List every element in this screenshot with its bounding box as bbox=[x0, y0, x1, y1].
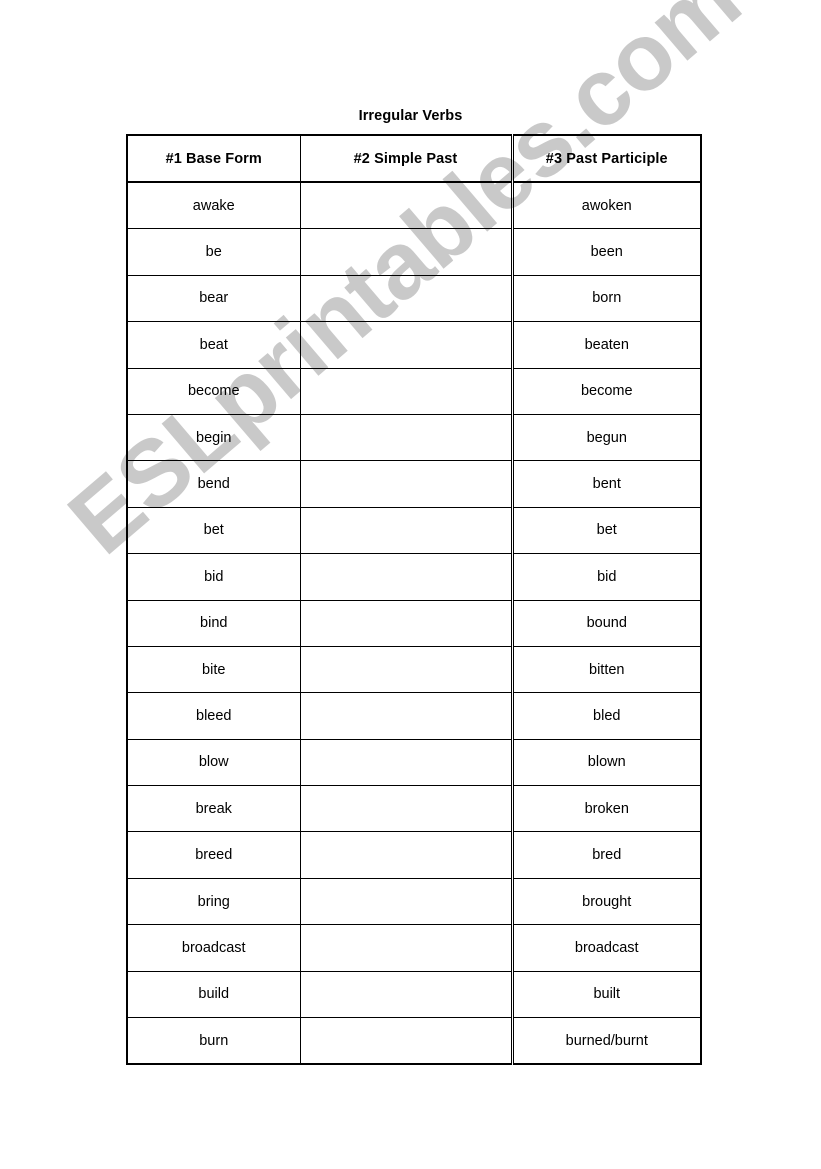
cell-simple-past-blank[interactable] bbox=[299, 645, 513, 694]
cell-simple-past-blank[interactable] bbox=[299, 877, 513, 926]
cell-base-form: burn bbox=[126, 1017, 301, 1066]
table-row: bid bid bbox=[126, 553, 702, 601]
cell-past-participle: bid bbox=[510, 553, 702, 601]
cell-past-participle: born bbox=[510, 274, 702, 323]
table-row: burn burned/burnt bbox=[126, 1017, 702, 1066]
cell-base-form: be bbox=[126, 228, 301, 276]
cell-past-participle: bound bbox=[510, 599, 702, 647]
cell-simple-past-blank[interactable] bbox=[299, 831, 513, 879]
cell-past-participle: burned/burnt bbox=[510, 1017, 702, 1066]
table-header-row: #1 Base Form #2 Simple Past #3 Past Part… bbox=[126, 134, 702, 183]
cell-simple-past-blank[interactable] bbox=[299, 228, 513, 276]
cell-past-participle: beaten bbox=[510, 321, 702, 369]
table-row: bleed bled bbox=[126, 692, 702, 740]
table-row: bear born bbox=[126, 274, 702, 323]
cell-simple-past-blank[interactable] bbox=[299, 274, 513, 323]
irregular-verbs-table-container: #1 Base Form #2 Simple Past #3 Past Part… bbox=[126, 134, 702, 1066]
cell-base-form: build bbox=[126, 970, 301, 1019]
table-row: bite bitten bbox=[126, 645, 702, 694]
cell-past-participle: broken bbox=[510, 785, 702, 833]
cell-simple-past-blank[interactable] bbox=[299, 692, 513, 740]
page-title: Irregular Verbs bbox=[358, 108, 463, 124]
irregular-verbs-table: #1 Base Form #2 Simple Past #3 Past Part… bbox=[126, 134, 702, 1066]
cell-simple-past-blank[interactable] bbox=[299, 970, 513, 1019]
cell-past-participle: bled bbox=[510, 692, 702, 740]
cell-simple-past-blank[interactable] bbox=[299, 1017, 513, 1066]
cell-base-form: bleed bbox=[126, 692, 301, 740]
table-row: bend bent bbox=[126, 460, 702, 508]
column-header-past-participle: #3 Past Participle bbox=[510, 134, 702, 183]
table-body: awake awoken be been bear born beat beaten becom… bbox=[126, 181, 702, 1066]
cell-simple-past-blank[interactable] bbox=[299, 506, 513, 555]
cell-base-form: bear bbox=[126, 274, 301, 323]
cell-simple-past-blank[interactable] bbox=[299, 924, 513, 972]
cell-past-participle: been bbox=[510, 228, 702, 276]
cell-simple-past-blank[interactable] bbox=[299, 321, 513, 369]
cell-past-participle: bitten bbox=[510, 645, 702, 694]
cell-base-form: become bbox=[126, 367, 301, 415]
table-row: awake awoken bbox=[126, 181, 702, 230]
cell-past-participle: brought bbox=[510, 877, 702, 926]
table-header: #1 Base Form #2 Simple Past #3 Past Part… bbox=[126, 134, 702, 183]
cell-base-form: bring bbox=[126, 877, 301, 926]
cell-past-participle: awoken bbox=[510, 181, 702, 230]
column-header-base-form: #1 Base Form bbox=[126, 134, 301, 183]
table-row: bet bet bbox=[126, 506, 702, 555]
table-row: become become bbox=[126, 367, 702, 415]
cell-simple-past-blank[interactable] bbox=[299, 599, 513, 647]
cell-simple-past-blank[interactable] bbox=[299, 785, 513, 833]
table-row: build built bbox=[126, 970, 702, 1019]
table-row: begin begun bbox=[126, 413, 702, 462]
cell-past-participle: bent bbox=[510, 460, 702, 508]
cell-past-participle: bred bbox=[510, 831, 702, 879]
cell-simple-past-blank[interactable] bbox=[299, 553, 513, 601]
cell-simple-past-blank[interactable] bbox=[299, 413, 513, 462]
cell-base-form: beat bbox=[126, 321, 301, 369]
cell-past-participle: blown bbox=[510, 738, 702, 787]
table-row: beat beaten bbox=[126, 321, 702, 369]
cell-base-form: bind bbox=[126, 599, 301, 647]
cell-base-form: begin bbox=[126, 413, 301, 462]
cell-simple-past-blank[interactable] bbox=[299, 460, 513, 508]
cell-base-form: bid bbox=[126, 553, 301, 601]
cell-past-participle: become bbox=[510, 367, 702, 415]
cell-simple-past-blank[interactable] bbox=[299, 181, 513, 230]
cell-base-form: break bbox=[126, 785, 301, 833]
table-row: bind bound bbox=[126, 599, 702, 647]
table-row: blow blown bbox=[126, 738, 702, 787]
column-header-simple-past: #2 Simple Past bbox=[299, 134, 513, 183]
cell-base-form: broadcast bbox=[126, 924, 301, 972]
cell-simple-past-blank[interactable] bbox=[299, 738, 513, 787]
cell-past-participle: broadcast bbox=[510, 924, 702, 972]
worksheet-page: ESLprintables.com Irregular Verbs #1 Bas… bbox=[0, 0, 821, 1169]
cell-simple-past-blank[interactable] bbox=[299, 367, 513, 415]
table-row: breed bred bbox=[126, 831, 702, 879]
table-row: break broken bbox=[126, 785, 702, 833]
cell-past-participle: built bbox=[510, 970, 702, 1019]
cell-base-form: bet bbox=[126, 506, 301, 555]
cell-base-form: blow bbox=[126, 738, 301, 787]
table-row: bring brought bbox=[126, 877, 702, 926]
table-row: be been bbox=[126, 228, 702, 276]
cell-base-form: bend bbox=[126, 460, 301, 508]
cell-base-form: breed bbox=[126, 831, 301, 879]
table-row: broadcast broadcast bbox=[126, 924, 702, 972]
cell-base-form: awake bbox=[126, 181, 301, 230]
cell-past-participle: bet bbox=[510, 506, 702, 555]
cell-base-form: bite bbox=[126, 645, 301, 694]
cell-past-participle: begun bbox=[510, 413, 702, 462]
